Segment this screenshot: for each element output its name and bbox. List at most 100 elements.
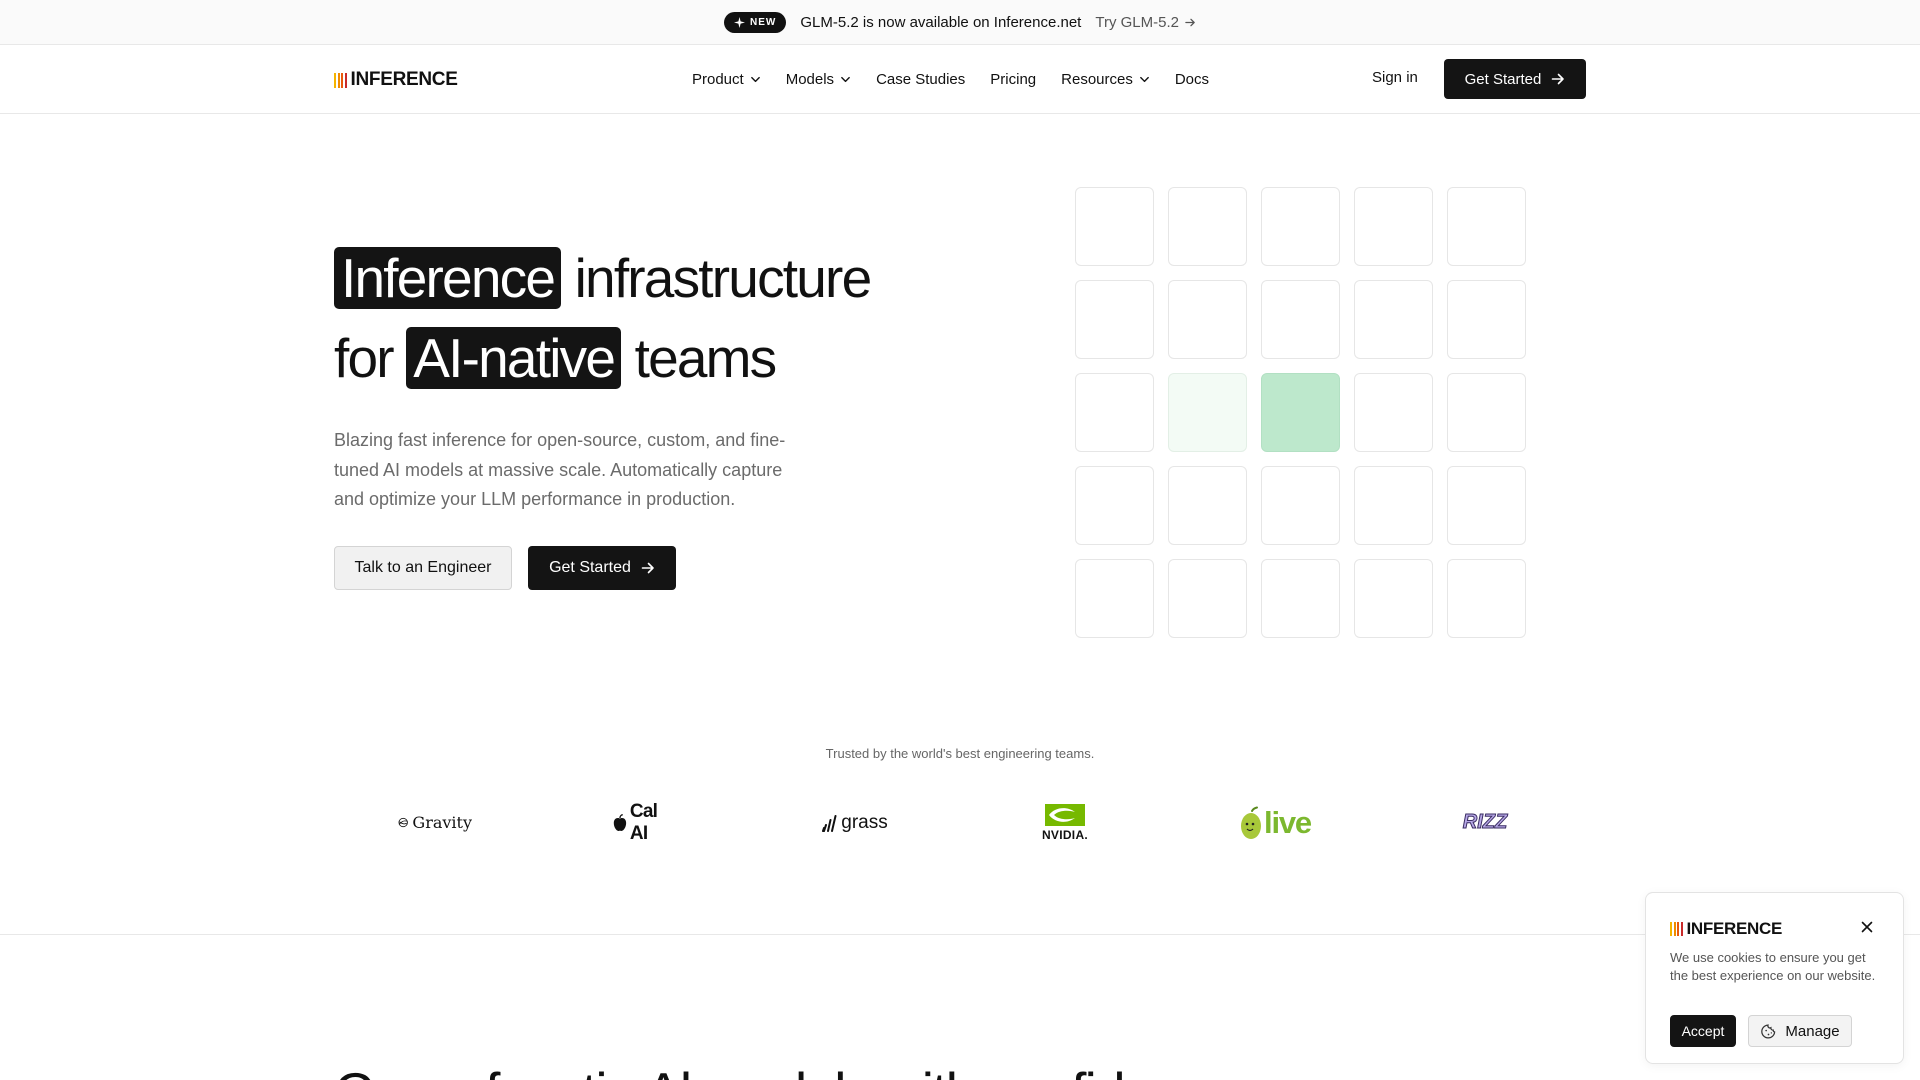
talk-to-engineer-label: Talk to an Engineer bbox=[354, 559, 492, 576]
grid-tile-light bbox=[1168, 373, 1247, 452]
logo-bars-icon bbox=[334, 72, 347, 88]
logo-cal-ai-text: Cal AI bbox=[629, 800, 658, 844]
logo-grass: grass bbox=[820, 800, 890, 845]
sparkle-icon bbox=[734, 16, 746, 28]
logo-gravity: Gravity bbox=[398, 800, 472, 845]
grid-tile bbox=[1075, 466, 1154, 545]
grid-tile bbox=[1354, 466, 1433, 545]
sign-in-link[interactable]: Sign in bbox=[1372, 69, 1418, 86]
nav-item-label: Docs bbox=[1174, 71, 1210, 88]
brand-name: INFERENCE bbox=[1686, 919, 1783, 938]
accept-label: Accept bbox=[1681, 1023, 1725, 1039]
olive-icon bbox=[1241, 806, 1262, 839]
nav-item-product[interactable]: Product bbox=[692, 71, 761, 88]
grid-tile bbox=[1354, 187, 1433, 266]
hero-title-highlight: Inference bbox=[334, 247, 562, 309]
grid-tile bbox=[1354, 559, 1433, 638]
grid-tile bbox=[1447, 373, 1526, 452]
logo-grass-text: grass bbox=[841, 811, 888, 833]
announcement-text: GLM-5.2 is now available on Inference.ne… bbox=[800, 13, 1082, 31]
nav-item-pricing[interactable]: Pricing bbox=[990, 71, 1036, 88]
new-badge-label: NEW bbox=[750, 16, 777, 28]
arrow-right-icon bbox=[1185, 18, 1195, 26]
nav-item-label: Product bbox=[692, 71, 744, 88]
hero-title-highlight: AI-native bbox=[406, 327, 622, 389]
chevron-down-icon bbox=[1139, 76, 1149, 83]
close-icon[interactable] bbox=[1859, 919, 1875, 935]
logo-bar bbox=[1677, 922, 1679, 936]
try-glm-link[interactable]: Try GLM-5.2 bbox=[1095, 14, 1196, 31]
hero-subtitle: Blazing fast inference for open-source, … bbox=[334, 430, 786, 509]
grid-tile bbox=[1354, 280, 1433, 359]
logo-cal-ai: Cal AI bbox=[612, 800, 678, 845]
hero-get-started-button[interactable]: Get Started bbox=[528, 546, 676, 590]
logo-bar bbox=[337, 72, 340, 88]
logo-bar bbox=[334, 72, 336, 88]
hero-title-text: for bbox=[334, 327, 407, 389]
grid-tile bbox=[1447, 559, 1526, 638]
gravity-mark-icon bbox=[398, 817, 408, 828]
chevron-down-icon bbox=[841, 76, 850, 83]
nav-item-label: Resources bbox=[1061, 71, 1133, 88]
brand-logo[interactable]: INFERENCE bbox=[334, 69, 458, 91]
nav-get-started-button[interactable]: Get Started bbox=[1444, 59, 1586, 99]
nav-item-models[interactable]: Models bbox=[786, 71, 851, 88]
grid-tile-highlight bbox=[1261, 373, 1340, 452]
logo-bar bbox=[344, 72, 347, 88]
grid-tile bbox=[1447, 466, 1526, 545]
grid-tile bbox=[1168, 559, 1247, 638]
grid-tile bbox=[1075, 373, 1154, 452]
grid-tile bbox=[1075, 187, 1154, 266]
grid-tile bbox=[1447, 280, 1526, 359]
nav-links: Product Models Case Studies Pricing Reso… bbox=[692, 45, 1234, 114]
grid-tile bbox=[1354, 373, 1433, 452]
nav-item-label: Models bbox=[785, 71, 835, 88]
announcement-bar: NEW GLM-5.2 is now available on Inferenc… bbox=[0, 0, 1920, 45]
accept-cookies-button[interactable]: Accept bbox=[1670, 1015, 1736, 1047]
nav-item-case-studies[interactable]: Case Studies bbox=[876, 71, 965, 88]
grid-tile bbox=[1261, 559, 1340, 638]
manage-label: Manage bbox=[1785, 1022, 1840, 1040]
grid-tile bbox=[1261, 187, 1340, 266]
apple-icon bbox=[613, 813, 627, 831]
new-badge: NEW bbox=[724, 11, 787, 33]
logo-bar bbox=[1680, 922, 1683, 936]
cookie-icon bbox=[1761, 1023, 1776, 1039]
arrow-right-icon bbox=[641, 562, 654, 574]
trusted-by-text: Trusted by the world's best engineering … bbox=[825, 746, 1095, 761]
hero-title-text: teams bbox=[621, 327, 778, 389]
section-divider bbox=[0, 934, 1920, 935]
manage-cookies-button[interactable]: Manage bbox=[1748, 1015, 1852, 1047]
grid-tile bbox=[1168, 187, 1247, 266]
logo-olive: live bbox=[1238, 800, 1312, 845]
logo-olive-text: live bbox=[1264, 804, 1312, 840]
main-nav: INFERENCE Product Models Case Studies Pr… bbox=[0, 45, 1920, 114]
logo-nvidia-text: NVIDIA. bbox=[1041, 827, 1089, 842]
nvidia-eye-icon bbox=[1045, 803, 1085, 826]
grass-mark-icon bbox=[822, 814, 837, 832]
nav-item-label: Case Studies bbox=[876, 71, 966, 88]
grid-tile bbox=[1447, 187, 1526, 266]
section-heading: Cross-functio Al models with confid bbox=[334, 1060, 1126, 1080]
customer-logos: Gravity Cal AI grass NVIDIA. live RIZZ bbox=[0, 800, 1920, 845]
chevron-down-icon bbox=[750, 76, 760, 83]
get-started-label: Get Started bbox=[549, 559, 631, 576]
logo-bar bbox=[1673, 922, 1676, 936]
logo-gravity-text: Gravity bbox=[412, 813, 472, 832]
logo-bar bbox=[341, 72, 343, 88]
nav-item-docs[interactable]: Docs bbox=[1175, 71, 1209, 88]
cookie-message: We use cookies to ensure you get the bes… bbox=[1670, 950, 1876, 983]
logo-rizz-text: RIZZ bbox=[1462, 811, 1508, 834]
grid-tile bbox=[1261, 466, 1340, 545]
get-started-label: Get Started bbox=[1464, 70, 1542, 88]
hero-tile-grid bbox=[1075, 187, 1526, 638]
arrow-right-icon bbox=[1552, 73, 1565, 85]
grid-tile bbox=[1075, 559, 1154, 638]
logo-bars-icon bbox=[1670, 922, 1683, 936]
logo-nvidia: NVIDIA. bbox=[1040, 800, 1090, 845]
talk-to-engineer-button[interactable]: Talk to an Engineer bbox=[334, 546, 512, 590]
cookie-brand-logo: INFERENCE bbox=[1670, 919, 1782, 939]
nav-item-resources[interactable]: Resources bbox=[1061, 71, 1150, 88]
hero-title: Inference infrastructure for AI-native te… bbox=[334, 238, 974, 398]
grid-tile bbox=[1075, 280, 1154, 359]
